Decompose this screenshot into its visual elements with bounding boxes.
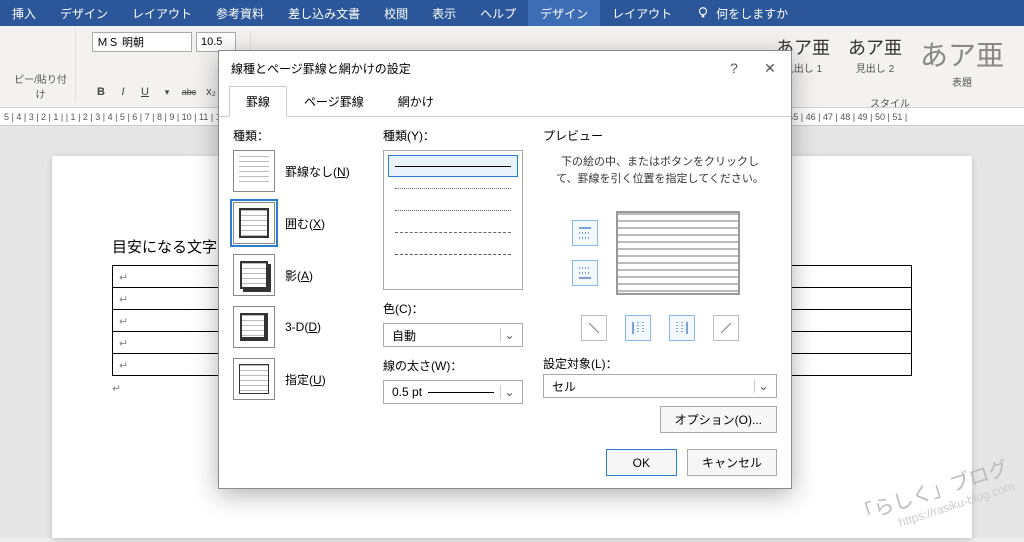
setting-custom-icon <box>233 358 275 400</box>
line-style-list[interactable] <box>383 150 523 290</box>
tab-shading[interactable]: 網かけ <box>381 86 451 117</box>
tab-insert[interactable]: 挿入 <box>0 0 48 26</box>
style-heading2[interactable]: あア亜見出し 2 <box>842 32 908 91</box>
setting-box[interactable]: 囲む(X) <box>233 202 373 244</box>
italic-button[interactable]: I <box>114 83 132 101</box>
options-button[interactable]: オプション(O)... <box>660 406 777 433</box>
setting-none-icon <box>233 150 275 192</box>
tab-references[interactable]: 参考資料 <box>204 0 276 26</box>
line-style-dotted2[interactable] <box>388 199 518 221</box>
font-size-select[interactable] <box>196 32 236 52</box>
tab-design[interactable]: デザイン <box>48 0 120 26</box>
line-style-dashed[interactable] <box>388 221 518 243</box>
borders-shading-dialog: 線種とページ罫線と網かけの設定 ? ✕ 罫線 ページ罫線 網かけ 種類： 罫線な… <box>218 50 792 489</box>
tab-layout[interactable]: レイアウト <box>120 0 204 26</box>
setting-none[interactable]: 罫線なし(N) <box>233 150 373 192</box>
line-style-solid[interactable] <box>388 155 518 177</box>
tab-page-border[interactable]: ページ罫線 <box>287 86 381 117</box>
preview-canvas[interactable] <box>608 203 748 303</box>
chevron-down-icon: ⌄ <box>754 379 772 393</box>
help-button[interactable]: ? <box>719 57 749 79</box>
setting-custom[interactable]: 指定(U) <box>233 358 373 400</box>
dialog-footer: OK キャンセル <box>219 439 791 488</box>
width-value: 0.5 pt <box>392 385 422 399</box>
bold-button[interactable]: B <box>92 83 110 101</box>
tab-table-design[interactable]: デザイン <box>528 0 600 26</box>
lightbulb-icon <box>696 6 710 20</box>
chevron-down-icon: ⌄ <box>500 385 518 399</box>
dialog-titlebar: 線種とページ罫線と網かけの設定 ? ✕ <box>219 51 791 85</box>
dialog-title: 線種とページ罫線と網かけの設定 <box>231 60 411 77</box>
style-label: 種類(Y)： <box>383 127 533 144</box>
tab-review[interactable]: 校閲 <box>372 0 420 26</box>
tab-mailings[interactable]: 差し込み文書 <box>276 0 372 26</box>
tab-help[interactable]: ヘルプ <box>468 0 528 26</box>
tell-me[interactable]: 何をしますか <box>684 0 800 26</box>
tab-table-layout[interactable]: レイアウト <box>600 0 684 26</box>
apply-to-value: セル <box>552 378 576 395</box>
setting-shadow-icon <box>233 254 275 296</box>
border-top-button[interactable] <box>572 220 598 246</box>
strike-button[interactable]: abc <box>180 83 198 101</box>
styles-group: あア亜見出し 1 あア亜見出し 2 あア亜表題 スタイル <box>762 30 1018 103</box>
preview-label: プレビュー <box>543 127 777 144</box>
apply-to-combo[interactable]: セル ⌄ <box>543 374 777 398</box>
border-left-button[interactable] <box>625 315 651 341</box>
styles-label: スタイル <box>770 95 1010 108</box>
line-style-dotted[interactable] <box>388 177 518 199</box>
underline-button[interactable]: U <box>136 83 154 101</box>
settings-label: 種類： <box>233 127 373 144</box>
diagonal-up-button[interactable] <box>713 315 739 341</box>
setting-3d[interactable]: 3-D(D) <box>233 306 373 348</box>
chevron-down-icon: ⌄ <box>500 328 518 342</box>
apply-to-label: 設定対象(L)： <box>543 355 777 372</box>
tell-me-label: 何をしますか <box>716 5 788 22</box>
width-label: 線の太さ(W)： <box>383 357 533 374</box>
width-combo[interactable]: 0.5 pt ⌄ <box>383 380 523 404</box>
font-name-select[interactable] <box>92 32 192 52</box>
border-right-button[interactable] <box>669 315 695 341</box>
style-title[interactable]: あア亜表題 <box>914 32 1010 91</box>
clipboard-group: ピー/貼り付け <box>6 30 76 103</box>
dialog-tabs: 罫線 ページ罫線 網かけ <box>219 85 791 117</box>
tab-borders[interactable]: 罫線 <box>229 86 287 117</box>
clipboard-label: ピー/貼り付け <box>14 71 67 101</box>
close-button[interactable]: ✕ <box>755 57 785 79</box>
tab-view[interactable]: 表示 <box>420 0 468 26</box>
setting-shadow[interactable]: 影(A) <box>233 254 373 296</box>
border-bottom-button[interactable] <box>572 260 598 286</box>
preview-hint: 下の絵の中、またはボタンをクリックして、罫線を引く位置を指定してください。 <box>543 150 777 197</box>
diagonal-down-button[interactable] <box>581 315 607 341</box>
cancel-button[interactable]: キャンセル <box>687 449 777 476</box>
ok-button[interactable]: OK <box>606 449 677 476</box>
setting-box-icon <box>233 202 275 244</box>
color-combo[interactable]: 自動 ⌄ <box>383 323 523 347</box>
setting-3d-icon <box>233 306 275 348</box>
color-label: 色(C)： <box>383 300 533 317</box>
line-style-dashdot[interactable] <box>388 243 518 265</box>
color-value: 自動 <box>392 327 416 344</box>
ribbon-tabs: 挿入 デザイン レイアウト 参考資料 差し込み文書 校閲 表示 ヘルプ デザイン… <box>0 0 1024 26</box>
